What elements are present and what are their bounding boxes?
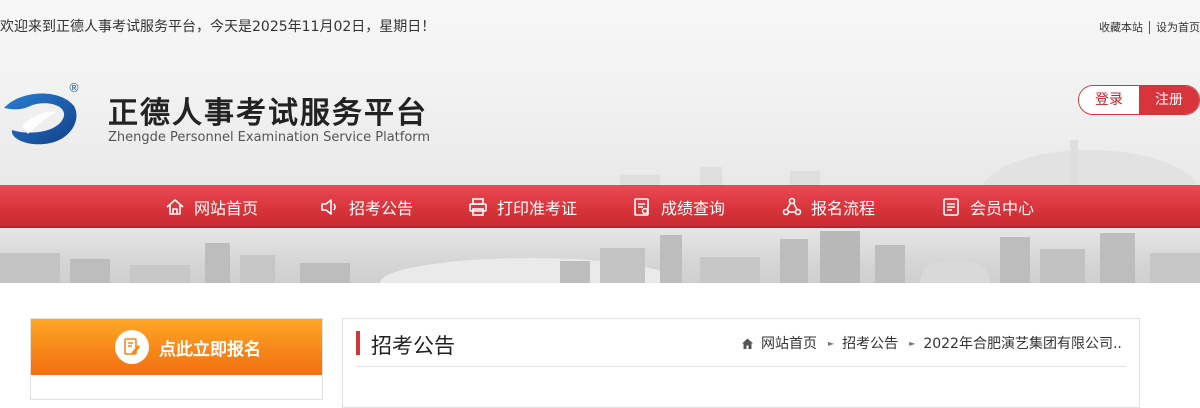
- nav-item-label: 网站首页: [194, 198, 259, 218]
- chevron-right-icon: ►: [828, 338, 835, 348]
- banner-building: [1040, 249, 1085, 283]
- banner-building: [1000, 237, 1030, 283]
- nav-item-member-center[interactable]: 会员中心: [941, 185, 1034, 228]
- background-building: [1070, 140, 1078, 185]
- nav-item-print-ticket[interactable]: 打印准考证: [468, 185, 577, 228]
- background-hill: [980, 150, 1200, 185]
- home-icon: [742, 338, 753, 349]
- breadcrumb: 网站首页 ► 招考公告 ► 2022年合肥演艺集团有限公司..: [741, 333, 1122, 353]
- nav-item-label: 打印准考证: [497, 198, 578, 218]
- member-icon: [943, 197, 959, 216]
- city-banner: [0, 228, 1200, 283]
- site-subtitle: Zhengde Personnel Examination Service Pl…: [108, 130, 431, 145]
- header: 欢迎来到正德人事考试服务平台，今天是2025年11月02日，星期日！ 收藏本站 …: [0, 0, 1200, 185]
- banner-building: [1100, 233, 1135, 283]
- main-nav: 网站首页 招考公告 打印准考证 成绩查询 报名流程 会员中心: [0, 185, 1200, 228]
- banner-building: [920, 261, 990, 283]
- banner-building: [820, 231, 860, 283]
- chevron-right-icon: ►: [909, 338, 916, 348]
- background-building: [790, 171, 820, 185]
- banner-building: [240, 255, 275, 283]
- banner-building: [0, 253, 60, 283]
- score-icon: [634, 197, 649, 216]
- signup-box: 点此立即报名: [30, 318, 323, 400]
- banner-building: [1150, 253, 1200, 283]
- nav-item-label: 成绩查询: [661, 198, 726, 218]
- breadcrumb-announcements[interactable]: 招考公告: [842, 333, 898, 353]
- home-icon: [166, 198, 184, 215]
- banner-building: [560, 261, 590, 283]
- nav-item-announcements[interactable]: 招考公告: [320, 185, 413, 228]
- background-building: [700, 167, 722, 185]
- top-links: 收藏本站 设为首页: [1099, 19, 1200, 35]
- banner-building: [70, 259, 110, 283]
- banner-building: [875, 245, 905, 283]
- edit-icon: [115, 330, 149, 364]
- signup-button[interactable]: 点此立即报名: [31, 319, 322, 375]
- set-homepage-link[interactable]: 设为首页: [1156, 19, 1200, 35]
- nav-item-home[interactable]: 网站首页: [165, 185, 258, 228]
- announcement-panel: 招考公告 网站首页 ► 招考公告 ► 2022年合肥演艺集团有限公司..: [342, 318, 1140, 408]
- register-button[interactable]: 注册: [1139, 86, 1199, 114]
- panel-title: 招考公告: [371, 334, 455, 358]
- printer-icon: [469, 197, 487, 216]
- logo-icon: ®: [4, 81, 80, 145]
- nav-item-score-query[interactable]: 成绩查询: [632, 185, 725, 228]
- auth-buttons: 登录 注册: [1078, 85, 1200, 115]
- favorite-link[interactable]: 收藏本站: [1099, 19, 1143, 35]
- banner-building: [660, 235, 682, 283]
- banner-building: [300, 263, 350, 283]
- process-icon: [782, 197, 802, 215]
- title-accent-bar: [356, 331, 360, 355]
- signup-label: 点此立即报名: [159, 339, 261, 360]
- banner-building: [130, 265, 190, 283]
- nav-item-label: 报名流程: [811, 198, 876, 218]
- speaker-icon: [321, 198, 336, 215]
- banner-building: [700, 257, 760, 283]
- welcome-text: 欢迎来到正德人事考试服务平台，今天是2025年11月02日，星期日！: [0, 19, 436, 35]
- divider: [356, 366, 1126, 367]
- nav-item-process[interactable]: 报名流程: [782, 185, 875, 228]
- breadcrumb-home[interactable]: 网站首页: [761, 333, 817, 353]
- breadcrumb-current: 2022年合肥演艺集团有限公司..: [923, 336, 1122, 352]
- login-button[interactable]: 登录: [1079, 86, 1139, 114]
- nav-item-label: 会员中心: [970, 198, 1035, 218]
- banner-building: [780, 239, 808, 283]
- registered-mark: ®: [68, 81, 80, 95]
- banner-building: [600, 248, 645, 283]
- divider: [1149, 20, 1150, 34]
- site-title: 正德人事考试服务平台: [108, 96, 428, 131]
- banner-building: [205, 243, 230, 283]
- background-building: [620, 175, 660, 185]
- nav-item-label: 招考公告: [349, 198, 414, 218]
